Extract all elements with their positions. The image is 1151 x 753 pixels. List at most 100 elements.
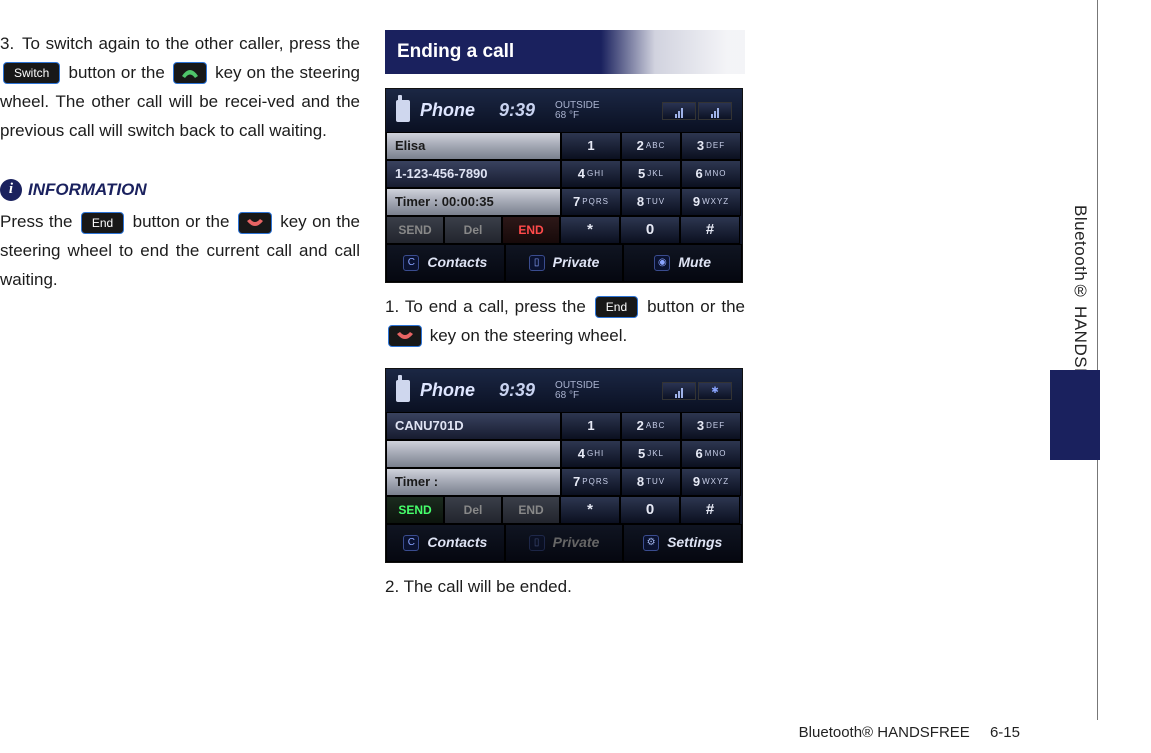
end-button[interactable]: End xyxy=(81,212,124,234)
keypad-9[interactable]: 9WXYZ xyxy=(681,468,741,496)
phone-bottom-tabs: CContacts ▯Private ⚙Settings xyxy=(386,524,742,562)
phone-titlebar: Phone 9:39 OUTSIDE 68 °F xyxy=(386,89,742,132)
keypad-3[interactable]: 3DEF xyxy=(681,132,741,160)
keypad-7[interactable]: 7PQRS xyxy=(561,188,621,216)
step-2: 2. The call will be ended. xyxy=(385,573,745,602)
contacts-icon: C xyxy=(403,255,419,271)
step-1: 1. To end a call, press the End button o… xyxy=(385,293,745,351)
keypad-hash[interactable]: # xyxy=(680,496,740,524)
step-3: 3.To switch again to the other caller, p… xyxy=(0,30,360,146)
tab-private-disabled: ▯Private xyxy=(505,524,624,562)
phone-bottom-tabs: CContacts ▯Private ◉Mute xyxy=(386,244,742,282)
keypad-3[interactable]: 3DEF xyxy=(681,412,741,440)
keypad-5[interactable]: 5JKL xyxy=(621,160,681,188)
tab-contacts[interactable]: CContacts xyxy=(386,524,505,562)
signal-icon xyxy=(698,102,732,120)
keypad-6[interactable]: 6MNO xyxy=(681,160,741,188)
info-text-b: button or the xyxy=(127,212,235,231)
contacts-icon: C xyxy=(403,535,419,551)
step1-text-c: key on the steering wheel. xyxy=(425,326,627,345)
keypad-2[interactable]: 2ABC xyxy=(621,132,681,160)
keypad-8[interactable]: 8TUV xyxy=(621,468,681,496)
keypad-1[interactable]: 1 xyxy=(561,132,621,160)
footer-page-number: 6-15 xyxy=(990,724,1020,741)
phone-title: Phone xyxy=(420,375,475,406)
step-number: 3. xyxy=(0,30,22,59)
private-icon: ▯ xyxy=(529,255,545,271)
keypad-9[interactable]: 9WXYZ xyxy=(681,188,741,216)
gear-icon: ⚙ xyxy=(643,535,659,551)
phone-icon xyxy=(396,380,410,402)
tab-settings[interactable]: ⚙Settings xyxy=(623,524,742,562)
step1-text-b: button or the xyxy=(641,297,745,316)
keypad-5[interactable]: 5JKL xyxy=(621,440,681,468)
del-button[interactable]: Del xyxy=(444,496,502,524)
keypad-0[interactable]: 0 xyxy=(620,496,680,524)
step3-text-b: button or the xyxy=(63,63,170,82)
step3-text-a: To switch again to the other caller, pre… xyxy=(22,34,360,53)
step-number: 1. xyxy=(385,297,399,316)
keypad-7[interactable]: 7PQRS xyxy=(561,468,621,496)
call-timer-empty: Timer : xyxy=(386,468,561,496)
information-body: Press the End button or the key on the s… xyxy=(0,208,360,295)
phone-temp: OUTSIDE 68 °F xyxy=(555,381,599,401)
number-field xyxy=(386,440,561,468)
send-button[interactable]: SEND xyxy=(386,216,444,244)
keypad-hash[interactable]: # xyxy=(680,216,740,244)
bt-icon: ✱ xyxy=(698,382,732,400)
tab-contacts[interactable]: CContacts xyxy=(386,244,505,282)
keypad-star[interactable]: * xyxy=(560,496,620,524)
send-button[interactable]: SEND xyxy=(386,496,444,524)
phone-time: 9:39 xyxy=(499,95,535,126)
call-key-icon[interactable] xyxy=(173,62,207,84)
signal-icon xyxy=(662,382,696,400)
keypad-4[interactable]: 4GHI xyxy=(561,160,621,188)
step1-text-a: To end a call, press the xyxy=(405,297,592,316)
del-button[interactable]: Del xyxy=(444,216,502,244)
end-button[interactable]: END xyxy=(502,496,560,524)
side-tab-border xyxy=(1097,0,1098,720)
page-footer: Bluetooth® HANDSFREE 6-15 xyxy=(799,724,1020,741)
keypad-8[interactable]: 8TUV xyxy=(621,188,681,216)
signal-icon xyxy=(662,102,696,120)
information-header: i INFORMATION xyxy=(0,176,360,205)
side-tab-current-block xyxy=(1050,370,1100,460)
info-icon: i xyxy=(0,179,22,201)
keypad-1[interactable]: 1 xyxy=(561,412,621,440)
device-name: CANU701D xyxy=(386,412,561,440)
hangup-key-icon[interactable] xyxy=(388,325,422,347)
keypad-6[interactable]: 6MNO xyxy=(681,440,741,468)
phone-temp: OUTSIDE 68 °F xyxy=(555,101,599,121)
phone-action-row: SEND Del END * 0 # xyxy=(386,496,742,524)
call-timer: Timer : 00:00:35 xyxy=(386,188,561,216)
keypad-4[interactable]: 4GHI xyxy=(561,440,621,468)
column-left: 3.To switch again to the other caller, p… xyxy=(0,30,360,602)
section-header: Ending a call xyxy=(385,30,745,74)
phone-action-row: SEND Del END * 0 # xyxy=(386,216,742,244)
phone-time: 9:39 xyxy=(499,375,535,406)
signal-icons: ✱ xyxy=(662,382,732,400)
information-title: INFORMATION xyxy=(28,176,147,205)
mute-icon: ◉ xyxy=(654,255,670,271)
phone-titlebar: Phone 9:39 OUTSIDE 68 °F ✱ xyxy=(386,369,742,412)
keypad-0[interactable]: 0 xyxy=(620,216,680,244)
phone-icon xyxy=(396,100,410,122)
switch-button[interactable]: Switch xyxy=(3,62,60,84)
phone-keypad-area: CANU701D 1 2ABC 3DEF 4GHI 5JKL 6MNO Time… xyxy=(386,412,742,496)
keypad-star[interactable]: * xyxy=(560,216,620,244)
private-icon: ▯ xyxy=(529,535,545,551)
end-button[interactable]: END xyxy=(502,216,560,244)
tab-private[interactable]: ▯Private xyxy=(505,244,624,282)
phone-screenshot-active-call: Phone 9:39 OUTSIDE 68 °F xyxy=(385,88,743,282)
phone-screenshot-idle: Phone 9:39 OUTSIDE 68 °F ✱ xyxy=(385,368,743,562)
tab-mute[interactable]: ◉Mute xyxy=(623,244,742,282)
keypad-2[interactable]: 2ABC xyxy=(621,412,681,440)
column-right: Ending a call Phone 9:39 OUTSIDE 68 °F xyxy=(385,30,745,602)
end-button[interactable]: End xyxy=(595,296,638,318)
hangup-key-icon[interactable] xyxy=(238,212,272,234)
info-text-a: Press the xyxy=(0,212,78,231)
signal-icons xyxy=(662,102,732,120)
footer-section: Bluetooth® HANDSFREE xyxy=(799,724,970,741)
caller-number: 1-123-456-7890 xyxy=(386,160,561,188)
phone-keypad-area: Elisa 1 2ABC 3DEF 1-123-456-7890 4GHI 5J… xyxy=(386,132,742,216)
